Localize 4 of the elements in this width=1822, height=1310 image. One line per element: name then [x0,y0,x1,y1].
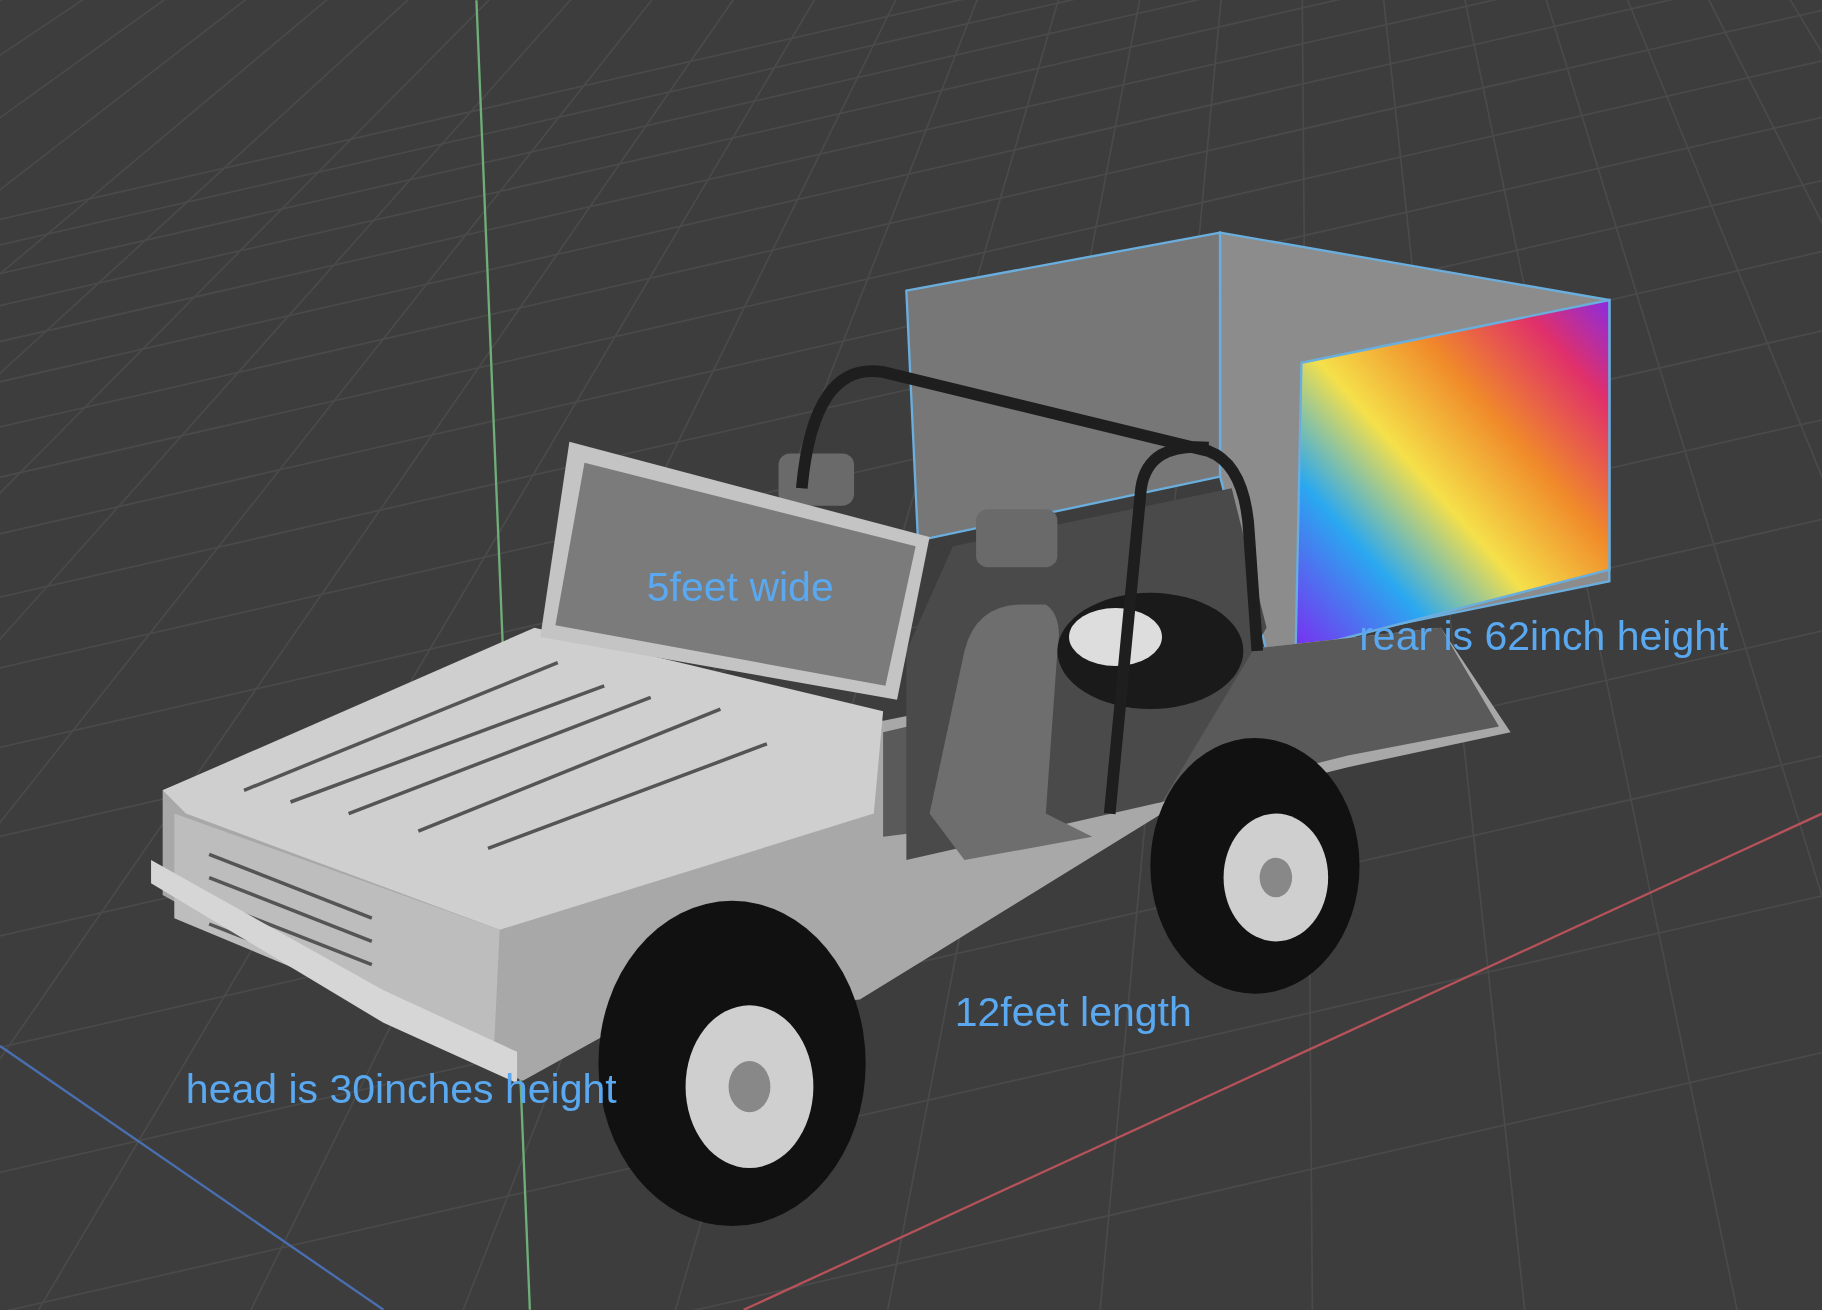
dimension-label: rear is 62inch height [1359,615,1729,657]
dimension-label: 12feet length [954,991,1192,1033]
dimension-label: 5feet wide [646,567,834,609]
jeep-model-drawing[interactable] [151,231,1611,1227]
